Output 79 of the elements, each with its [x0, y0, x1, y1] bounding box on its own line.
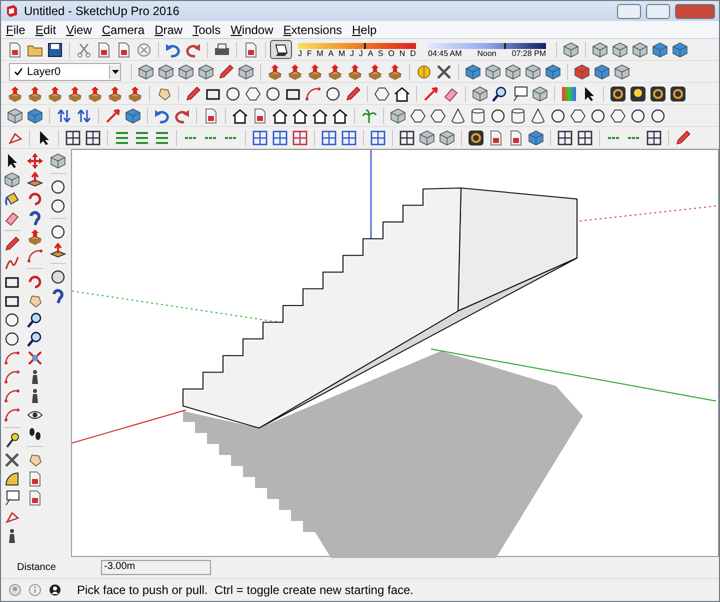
cube-icon[interactable]	[48, 151, 68, 170]
cube-icon[interactable]	[650, 40, 670, 60]
month-label: S	[378, 48, 384, 58]
cube-icon[interactable]	[670, 40, 690, 60]
info-icon	[29, 584, 41, 596]
box-arrow-icon[interactable]	[25, 170, 45, 189]
date-slider[interactable]: J F M A M J J A S O N D	[298, 40, 416, 58]
cube-icon[interactable]	[417, 128, 437, 148]
menu-item[interactable]: Draw	[150, 22, 188, 36]
cube-icon[interactable]	[5, 106, 25, 126]
dark-tile-icon[interactable]	[668, 84, 688, 104]
cube-icon[interactable]	[561, 40, 581, 60]
month-label: A	[368, 48, 374, 58]
cube-icon[interactable]	[530, 84, 550, 104]
time-label: 04:45 AM	[428, 48, 462, 58]
close-button[interactable]	[675, 4, 715, 18]
cube-icon[interactable]	[156, 62, 176, 82]
bulb-icon[interactable]	[628, 84, 648, 104]
cube-icon[interactable]	[590, 40, 610, 60]
window-title: Untitled - SketchUp Pro 2016	[24, 4, 180, 18]
minimize-button[interactable]	[617, 4, 641, 18]
menu-item[interactable]: Camera	[96, 22, 150, 36]
cube-icon[interactable]	[592, 62, 612, 82]
cube-icon[interactable]	[388, 106, 408, 126]
cube-icon[interactable]	[526, 128, 546, 148]
time-slider[interactable]: 04:45 AM Noon 07:28 PM	[428, 40, 546, 58]
cube-icon[interactable]	[2, 170, 22, 189]
cube-icon[interactable]	[236, 62, 256, 82]
time-label: Noon	[477, 48, 496, 58]
cube-icon[interactable]	[470, 84, 490, 104]
month-label: M	[316, 48, 324, 58]
app-logo-icon	[5, 4, 19, 18]
month-label: J	[350, 48, 354, 58]
menu-item[interactable]: View	[61, 22, 97, 36]
menu-item[interactable]: Help	[347, 22, 382, 36]
cube-icon[interactable]	[630, 40, 650, 60]
user-icon	[49, 584, 61, 596]
month-label: F	[306, 48, 312, 58]
cube-icon[interactable]	[463, 62, 483, 82]
month-label: M	[338, 48, 346, 58]
cube-icon[interactable]	[196, 62, 216, 82]
location-icon	[9, 584, 21, 596]
cube-icon[interactable]	[437, 128, 457, 148]
dark-tile-icon[interactable]	[648, 84, 668, 104]
cube-icon[interactable]	[483, 62, 503, 82]
cube-icon[interactable]	[123, 106, 143, 126]
month-label: N	[399, 48, 406, 58]
time-label: 07:28 PM	[512, 48, 546, 58]
cube-icon[interactable]	[612, 62, 632, 82]
cube-icon[interactable]	[523, 62, 543, 82]
month-label: J	[298, 48, 302, 58]
dark-tile-icon[interactable]	[608, 84, 628, 104]
cube-icon[interactable]	[503, 62, 523, 82]
menu-item[interactable]: Edit	[30, 22, 62, 36]
menu-item[interactable]: Extensions	[278, 22, 347, 36]
cube-icon[interactable]	[610, 40, 630, 60]
maximize-button[interactable]	[646, 4, 670, 18]
month-label: O	[388, 48, 395, 58]
measurement-label: Distance	[17, 562, 57, 573]
dark-tile-icon[interactable]	[466, 128, 486, 148]
shadow-icon	[273, 42, 289, 56]
cube-icon[interactable]	[176, 62, 196, 82]
cube-icon[interactable]	[572, 62, 592, 82]
cube-icon[interactable]	[25, 106, 45, 126]
menu-item[interactable]: File	[1, 22, 30, 36]
cube-icon[interactable]	[136, 62, 156, 82]
measurement-field[interactable]: -3.00m	[101, 560, 211, 575]
box-arrow-icon[interactable]	[48, 241, 68, 260]
status-message: Pick face to push or pull. Ctrl = toggle create new starting face.	[77, 583, 414, 597]
move-arrows-icon[interactable]	[25, 151, 45, 170]
month-label: D	[410, 48, 416, 58]
shadow-toggle-button[interactable]	[270, 40, 292, 59]
menu-item[interactable]: Window	[226, 22, 278, 36]
month-label: A	[328, 48, 334, 58]
layer-dropdown[interactable]: Layer0	[9, 62, 121, 80]
cube-icon[interactable]	[543, 62, 563, 82]
menu-item[interactable]: Tools	[188, 22, 226, 36]
month-label: J	[358, 48, 363, 58]
dropdown-arrow-icon	[112, 70, 118, 74]
